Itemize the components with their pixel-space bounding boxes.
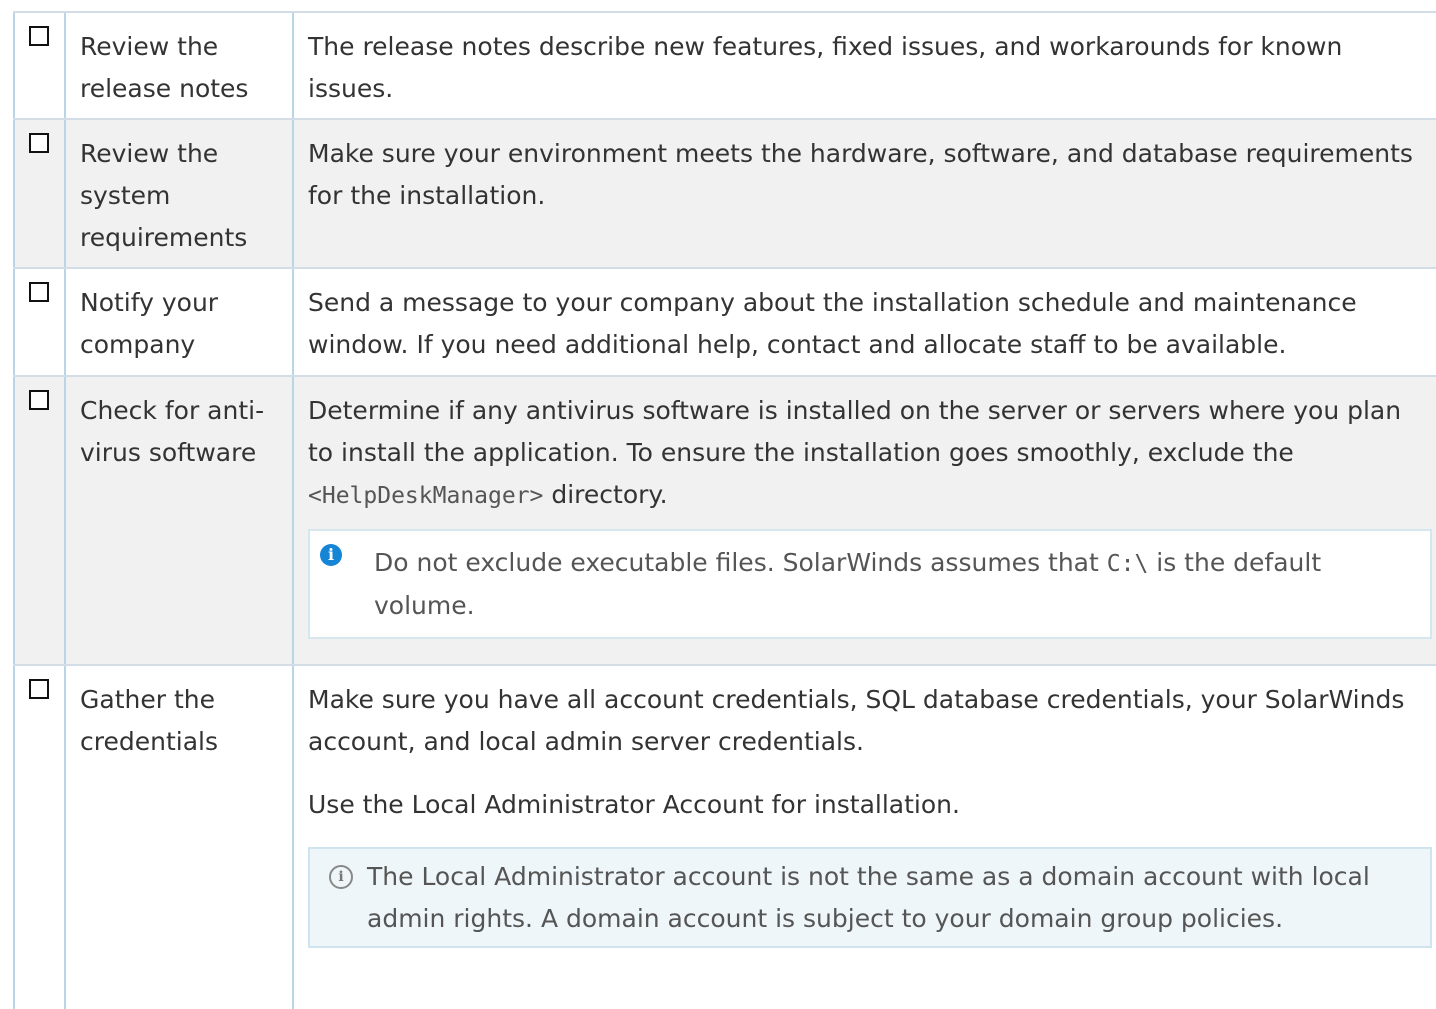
checkbox-cell <box>13 377 66 664</box>
checkbox-cell <box>13 13 66 118</box>
volume-code: C:\ <box>1106 551 1149 577</box>
task-name: Check for anti-virus software <box>66 377 294 664</box>
tip-box: i The Local Administrator account is not… <box>308 847 1432 948</box>
info-filled-icon: i <box>320 544 342 566</box>
checkbox[interactable] <box>29 679 49 699</box>
checkbox-cell <box>13 269 66 375</box>
task-description: Make sure you have all account credentia… <box>294 666 1436 1009</box>
checkbox[interactable] <box>29 133 49 153</box>
table-row: Review the release notes The release not… <box>13 11 1436 118</box>
table-row: Notify your company Send a message to yo… <box>13 267 1436 375</box>
description-text: Determine if any antivirus software is i… <box>308 390 1434 517</box>
description-text: Send a message to your company about the… <box>308 288 1357 359</box>
task-description: The release notes describe new features,… <box>294 13 1436 118</box>
checkbox-cell <box>13 666 66 1009</box>
task-name: Review the system requirements <box>66 120 294 267</box>
note-box: i Do not exclude executable files. Solar… <box>308 529 1432 639</box>
checkbox-cell <box>13 120 66 267</box>
description-text-2: Use the Local Administrator Account for … <box>308 790 960 819</box>
description-text-start: Determine if any antivirus software is i… <box>308 396 1402 467</box>
checkbox[interactable] <box>29 26 49 46</box>
note-text-start: Do not exclude executable files. SolarWi… <box>374 548 1107 577</box>
info-outline-icon: i <box>329 865 353 889</box>
task-description: Determine if any antivirus software is i… <box>294 377 1436 664</box>
task-name: Notify your company <box>66 269 294 375</box>
description-text: Make sure you have all account credentia… <box>308 685 1405 756</box>
checklist-table: Review the release notes The release not… <box>13 11 1436 1009</box>
checkbox[interactable] <box>29 390 49 410</box>
description-text: Make sure your environment meets the har… <box>308 139 1413 210</box>
directory-code: <HelpDeskManager> <box>308 483 544 509</box>
task-description: Send a message to your company about the… <box>294 269 1436 375</box>
task-description: Make sure your environment meets the har… <box>294 120 1436 267</box>
tip-text: The Local Administrator account is not t… <box>367 862 1370 933</box>
checkbox[interactable] <box>29 282 49 302</box>
description-text: The release notes describe new features,… <box>308 32 1343 103</box>
table-row: Review the system requirements Make sure… <box>13 118 1436 267</box>
table-row: Check for anti-virus software Determine … <box>13 375 1436 664</box>
task-name: Review the release notes <box>66 13 294 118</box>
task-name: Gather the credentials <box>66 666 294 1009</box>
description-text-end: directory. <box>543 480 668 509</box>
table-row: Gather the credentials Make sure you hav… <box>13 664 1436 1009</box>
